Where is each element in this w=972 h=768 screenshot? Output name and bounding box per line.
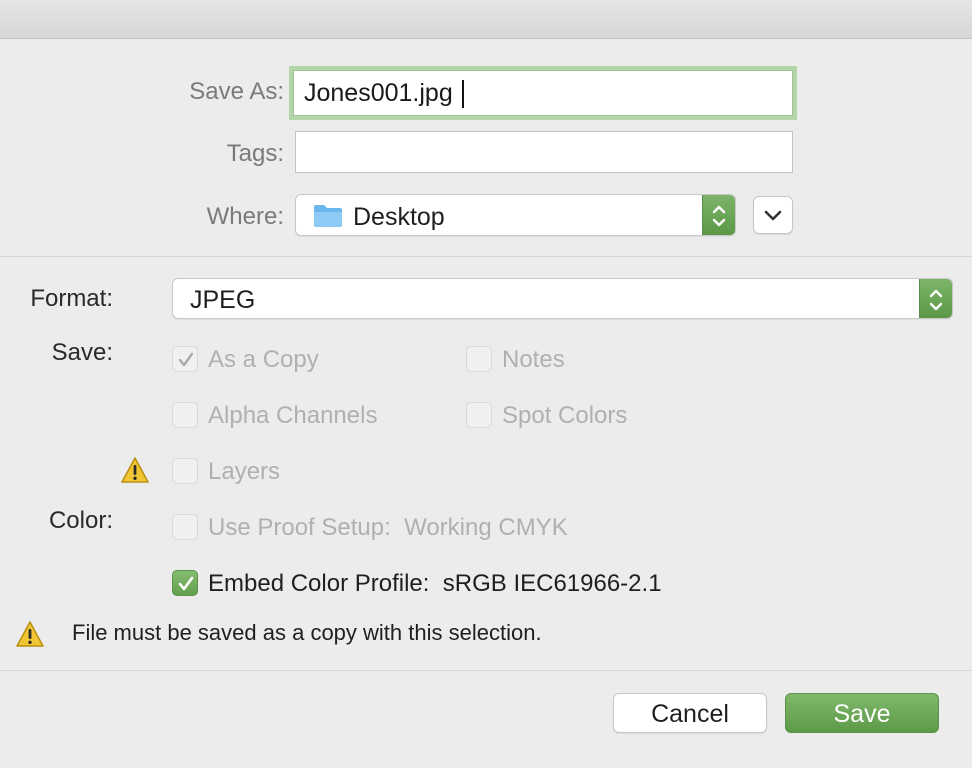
- alpha-channels-label: Alpha Channels: [208, 402, 378, 429]
- spot-colors-label: Spot Colors: [502, 402, 628, 429]
- where-stepper: [702, 195, 735, 235]
- layers-warning-icon: [120, 456, 150, 489]
- text-caret: [462, 80, 464, 108]
- format-value: JPEG: [190, 286, 256, 314]
- cancel-button[interactable]: Cancel: [613, 693, 767, 733]
- where-label: Where:: [206, 203, 284, 230]
- checkmark-icon: [178, 352, 194, 367]
- spot-colors-checkbox[interactable]: [466, 402, 492, 428]
- alpha-channels-checkbox[interactable]: [172, 402, 198, 428]
- folder-icon: [313, 204, 343, 233]
- layers-checkbox[interactable]: [172, 458, 198, 484]
- as-a-copy-checkbox[interactable]: [172, 346, 198, 372]
- chevron-updown-icon: [712, 205, 726, 227]
- notes-checkbox[interactable]: [466, 346, 492, 372]
- save-options-label: Save:: [51, 339, 113, 366]
- divider: [0, 670, 972, 671]
- color-options-label: Color:: [48, 507, 113, 534]
- layers-label: Layers: [208, 458, 281, 485]
- save-as-input[interactable]: [293, 70, 793, 116]
- format-popup[interactable]: JPEG: [172, 278, 953, 319]
- chevron-updown-icon: [929, 289, 943, 311]
- use-proof-setup-label: Use Proof Setup: Working CMYK: [208, 514, 568, 541]
- tags-input[interactable]: [295, 131, 793, 173]
- use-proof-setup-checkbox[interactable]: [172, 514, 198, 540]
- save-button[interactable]: Save: [785, 693, 939, 733]
- as-a-copy-label: As a Copy: [208, 346, 319, 373]
- format-label: Format:: [30, 285, 113, 312]
- save-as-label: Save As:: [189, 78, 284, 105]
- window-titlebar: [0, 0, 972, 39]
- where-value: Desktop: [353, 203, 445, 231]
- chevron-down-icon: [764, 210, 782, 221]
- embed-color-profile-checkbox[interactable]: [172, 570, 198, 596]
- tags-label: Tags:: [226, 140, 284, 167]
- checkmark-icon: [178, 576, 194, 591]
- expand-button[interactable]: [753, 196, 793, 234]
- embed-color-profile-label: Embed Color Profile: sRGB IEC61966-2.1: [208, 570, 662, 597]
- format-stepper: [919, 279, 952, 318]
- warning-icon: [15, 620, 45, 653]
- warning-message: File must be saved as a copy with this s…: [72, 620, 542, 645]
- where-popup[interactable]: Desktop: [295, 194, 736, 236]
- divider: [0, 256, 972, 257]
- notes-label: Notes: [502, 346, 565, 373]
